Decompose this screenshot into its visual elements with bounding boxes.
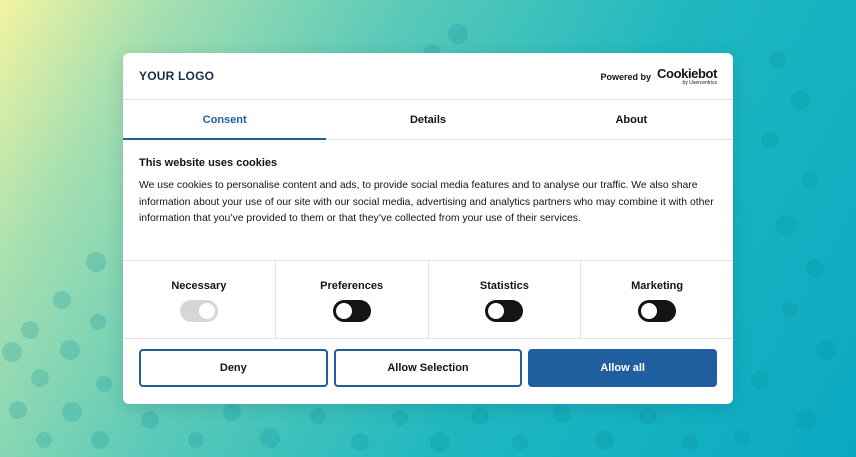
toggle-knob <box>198 303 215 319</box>
dialog-tabs: Consent Details About <box>123 100 733 140</box>
toggle-label-necessary: Necessary <box>171 280 227 292</box>
tab-details[interactable]: Details <box>326 100 529 139</box>
consent-description: We use cookies to personalise content an… <box>139 180 714 224</box>
dialog-header: YOUR LOGO Powered by Cookiebot by Userce… <box>123 53 733 100</box>
toggle-cell-necessary: Necessary <box>123 261 276 338</box>
cookie-category-toggles: Necessary Preferences Statistics Marketi… <box>123 260 733 339</box>
cookiebot-logo: Cookiebot by Usercentrics <box>657 67 717 86</box>
tab-about[interactable]: About <box>530 100 733 139</box>
cookie-consent-dialog: YOUR LOGO Powered by Cookiebot by Userce… <box>123 53 733 404</box>
cookiebot-brand-sub: by Usercentrics <box>682 80 717 86</box>
consent-content: This website uses cookies We use cookies… <box>139 157 719 228</box>
necessary-toggle <box>179 300 218 322</box>
marketing-toggle[interactable] <box>638 300 677 322</box>
allow-selection-button[interactable]: Allow Selection <box>333 349 523 387</box>
deny-button[interactable]: Deny <box>139 349 328 387</box>
powered-by-cookiebot[interactable]: Powered by Cookiebot by Usercentrics <box>600 67 718 86</box>
toggle-label-statistics: Statistics <box>479 280 529 292</box>
site-logo: YOUR LOGO <box>139 69 215 83</box>
toggle-label-marketing: Marketing <box>631 280 684 292</box>
cookiebot-brand-name: Cookiebot <box>657 66 717 81</box>
allow-all-button[interactable]: Allow all <box>528 349 718 387</box>
consent-title: This website uses cookies <box>139 157 278 169</box>
tab-consent[interactable]: Consent <box>123 100 327 140</box>
statistics-toggle[interactable] <box>485 300 524 322</box>
powered-by-label: Powered by <box>600 71 652 82</box>
toggle-knob <box>488 303 505 319</box>
preferences-toggle[interactable] <box>332 300 371 322</box>
toggle-label-preferences: Preferences <box>320 280 384 292</box>
toggle-cell-statistics: Statistics <box>429 261 582 338</box>
consent-buttons: Deny Allow Selection Allow all <box>139 349 718 387</box>
toggle-knob <box>641 303 658 319</box>
toggle-knob <box>335 303 352 319</box>
toggle-cell-marketing: Marketing <box>581 261 733 338</box>
toggle-cell-preferences: Preferences <box>276 261 429 338</box>
